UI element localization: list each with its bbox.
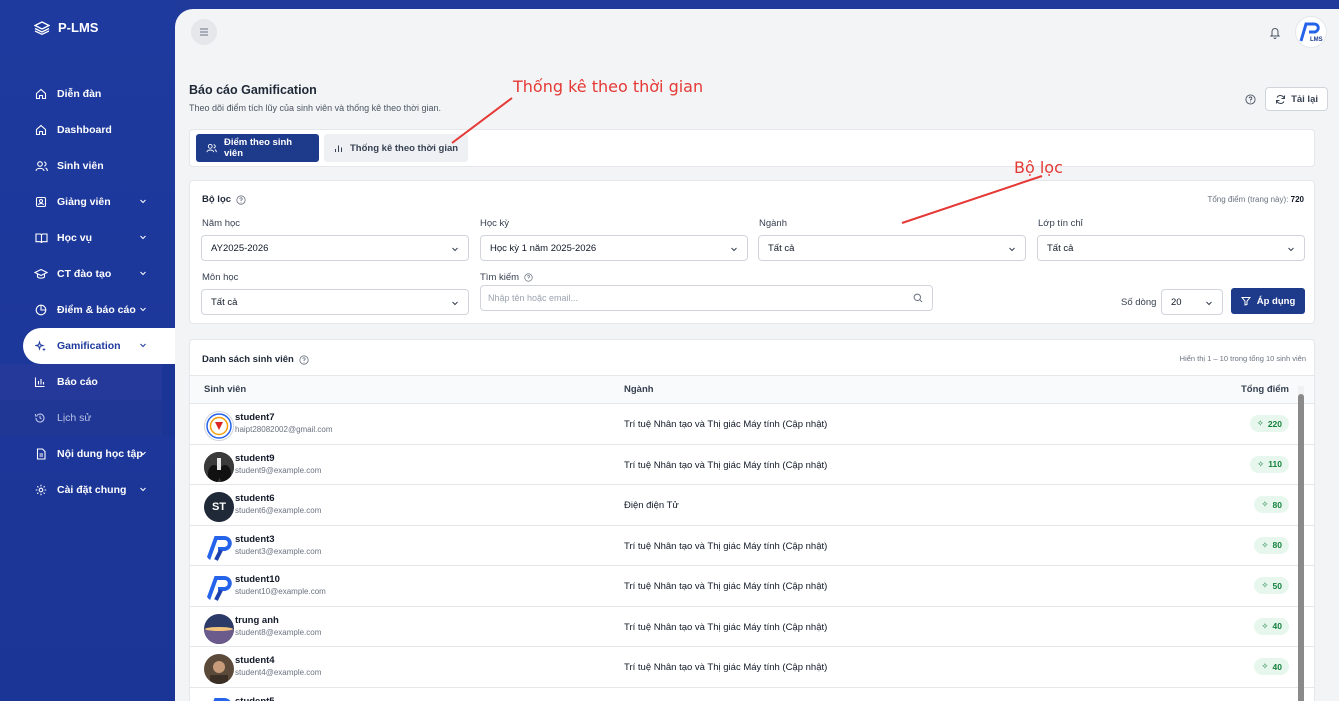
annotation-time-stats: Thống kê theo thời gian (513, 77, 704, 96)
annotation-overlay (451, 97, 1043, 224)
annotation-arrow-tabs (451, 97, 513, 144)
annotation-filter: Bộ lọc (1014, 158, 1063, 177)
annotation-arrow-filters (901, 175, 1043, 224)
